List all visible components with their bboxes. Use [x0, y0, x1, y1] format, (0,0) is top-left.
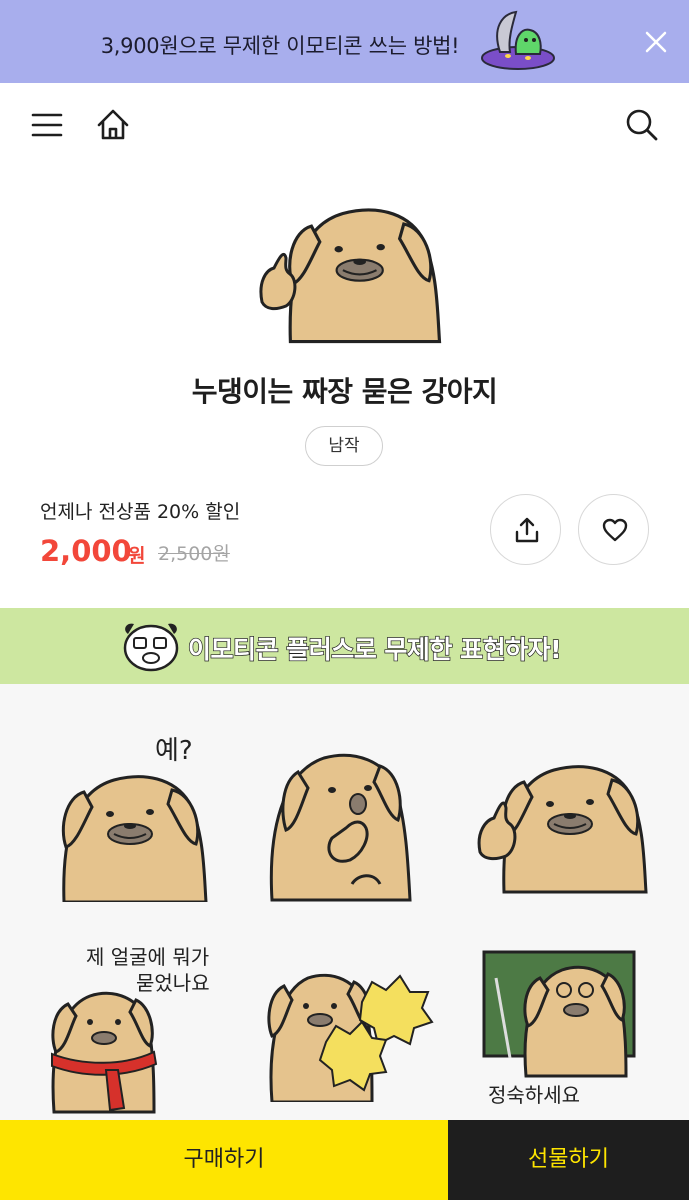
original-price: 2,500원: [158, 543, 230, 565]
preview-dog-scarf: [51, 991, 158, 1114]
emoticon-hero-image: [259, 208, 442, 344]
promo-text[interactable]: 3,900원으로 무제한 이모티콘 쓰는 방법!: [0, 30, 560, 60]
home-icon[interactable]: [93, 105, 133, 145]
ufo-icon: [481, 10, 555, 70]
product-title: 누댕이는 짜장 묻은 강아지: [191, 375, 498, 408]
share-icon: [515, 517, 539, 543]
sale-price: 2,000: [40, 534, 132, 568]
caption-yes: 예?: [155, 736, 193, 766]
like-button[interactable]: [578, 494, 649, 565]
preview-dog-popcorn: [267, 973, 434, 1102]
caption-face-line1: 제 얼굴에 뭐가: [86, 945, 210, 969]
search-icon[interactable]: [622, 105, 662, 145]
menu-icon[interactable]: [27, 105, 67, 145]
share-button[interactable]: [490, 494, 561, 565]
close-icon[interactable]: [640, 26, 672, 58]
top-nav: [0, 83, 689, 169]
preview-dog-thumbsup: [477, 765, 648, 894]
price-unit: 원: [128, 545, 146, 567]
preview-dog-thinking: [269, 753, 412, 902]
plus-banner-text[interactable]: 이모티콘 플러스로 무제한 표현하자!: [187, 630, 562, 666]
caption-silence: 정숙하세요: [488, 1083, 580, 1107]
promo-banner[interactable]: 3,900원으로 무제한 이모티콘 쓰는 방법!: [0, 0, 689, 83]
dog-face-icon: [123, 623, 179, 672]
artist-button[interactable]: 남작: [305, 426, 383, 466]
discount-text: 언제나 전상품 20% 할인: [40, 501, 241, 523]
preview-dog-teacher: [482, 950, 636, 1078]
buy-button[interactable]: 구매하기: [0, 1120, 448, 1200]
preview-dog-question: [61, 775, 208, 902]
heart-icon: [602, 518, 628, 542]
gift-button[interactable]: 선물하기: [448, 1120, 689, 1200]
